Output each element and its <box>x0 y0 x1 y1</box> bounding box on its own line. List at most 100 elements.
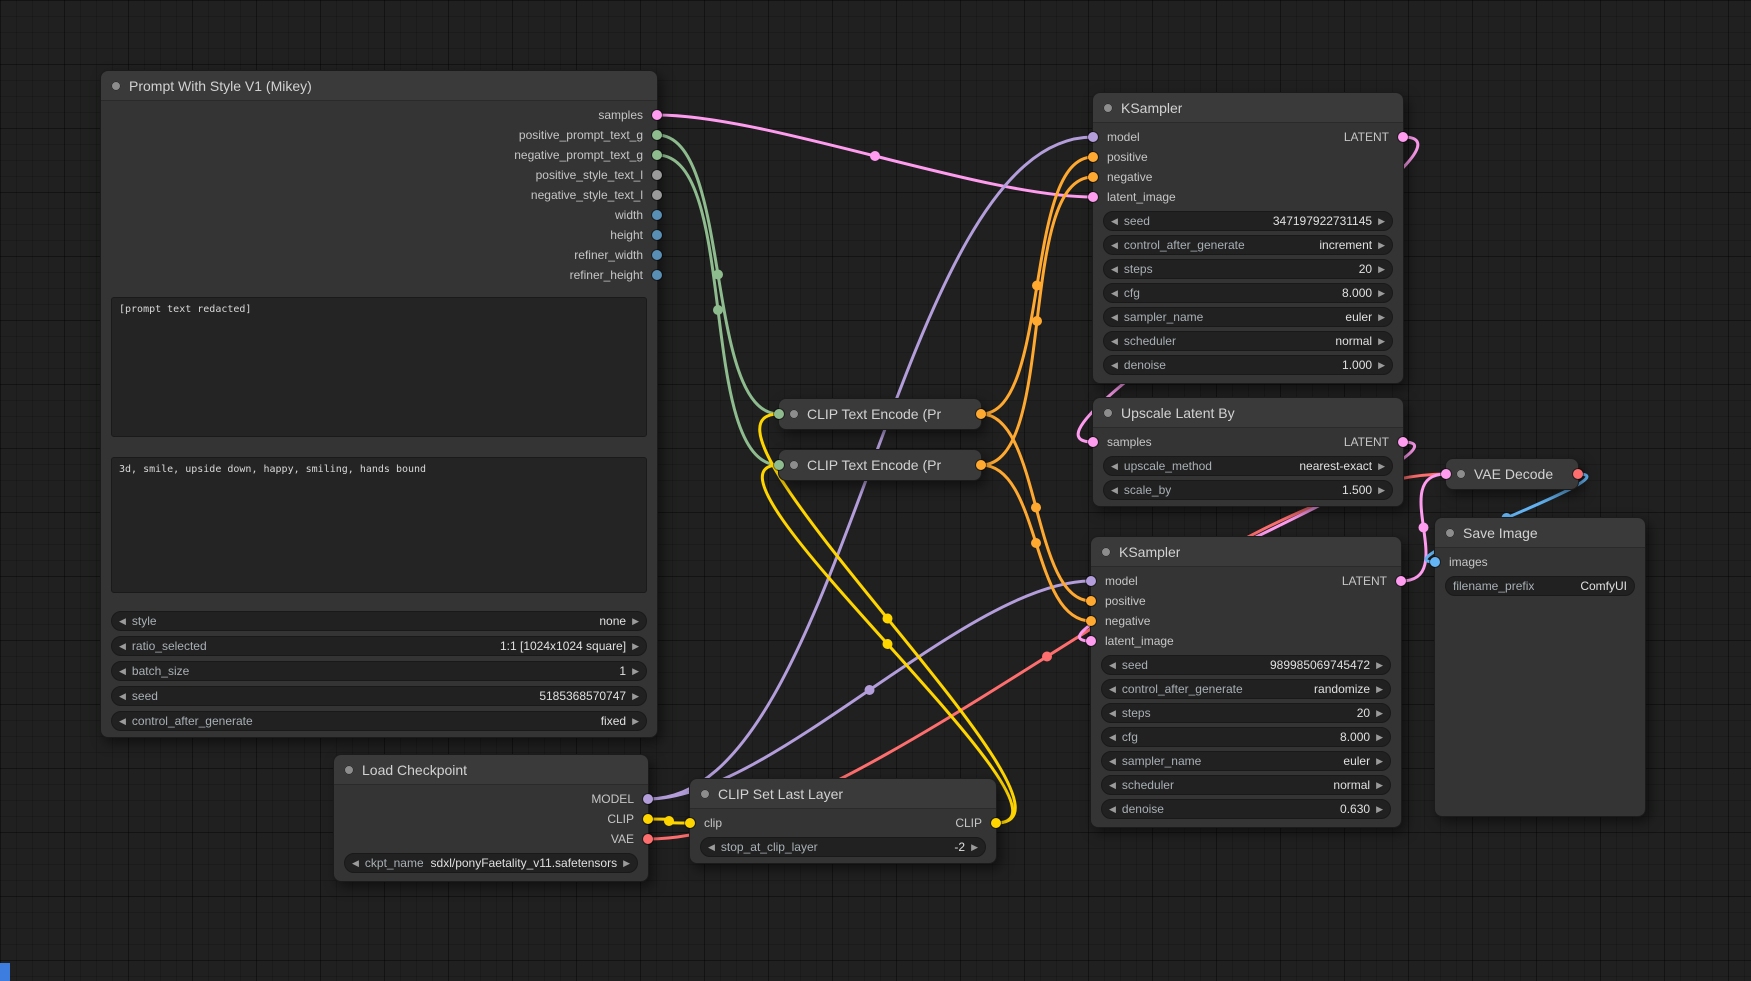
increment-arrow-icon[interactable]: ▶ <box>1376 685 1383 694</box>
collapsed-output-slot-dot[interactable] <box>976 460 986 470</box>
collapse-toggle-icon[interactable] <box>789 409 799 419</box>
increment-arrow-icon[interactable]: ▶ <box>1378 289 1385 298</box>
node-load-checkpoint[interactable]: Load Checkpoint MODEL CLIP VAE ◀ ckpt_na… <box>333 754 649 882</box>
increment-arrow-icon[interactable]: ▶ <box>1376 661 1383 670</box>
decrement-arrow-icon[interactable]: ◀ <box>1109 757 1116 766</box>
widget-upscale-method[interactable]: ◀ upscale_method nearest-exact ▶ <box>1103 456 1393 476</box>
widget-sampler-name[interactable]: ◀ sampler_name euler ▶ <box>1103 307 1393 327</box>
increment-arrow-icon[interactable]: ▶ <box>1376 733 1383 742</box>
increment-arrow-icon[interactable]: ▶ <box>1378 313 1385 322</box>
samples-slot-dot[interactable] <box>1088 437 1098 447</box>
refiner-width-slot-dot[interactable] <box>652 250 662 260</box>
decrement-arrow-icon[interactable]: ◀ <box>1111 265 1118 274</box>
widget-steps[interactable]: ◀ steps 20 ▶ <box>1103 259 1393 279</box>
collapse-toggle-icon[interactable] <box>789 460 799 470</box>
increment-arrow-icon[interactable]: ▶ <box>632 717 639 726</box>
node-clip-text-encode-2[interactable]: CLIP Text Encode (Pr <box>778 449 982 481</box>
widget-control-after-generate[interactable]: ◀ control_after_generate randomize ▶ <box>1101 679 1391 699</box>
increment-arrow-icon[interactable]: ▶ <box>1378 486 1385 495</box>
clip-output-slot-dot[interactable] <box>991 818 1001 828</box>
decrement-arrow-icon[interactable]: ◀ <box>1109 685 1116 694</box>
node-header[interactable]: KSampler <box>1091 537 1401 567</box>
node-save-image[interactable]: Save Image images filename_prefix ComfyU… <box>1434 517 1646 817</box>
model-output-slot-dot[interactable] <box>643 794 653 804</box>
widget-cfg[interactable]: ◀ cfg 8.000 ▶ <box>1101 727 1391 747</box>
decrement-arrow-icon[interactable]: ◀ <box>1111 361 1118 370</box>
node-prompt-with-style[interactable]: Prompt With Style V1 (Mikey) samples pos… <box>100 70 658 738</box>
widget-filename-prefix[interactable]: filename_prefix ComfyUI <box>1445 576 1635 596</box>
widget-seed[interactable]: ◀ seed 5185368570747 ▶ <box>111 686 647 706</box>
node-ksampler-2[interactable]: KSampler model LATENT positive negative … <box>1090 536 1402 828</box>
decrement-arrow-icon[interactable]: ◀ <box>708 843 715 852</box>
collapsed-input-slot-dot[interactable] <box>774 409 784 419</box>
decrement-arrow-icon[interactable]: ◀ <box>1109 709 1116 718</box>
widget-scheduler[interactable]: ◀ scheduler normal ▶ <box>1101 775 1391 795</box>
widget-ratio-selected[interactable]: ◀ ratio_selected 1:1 [1024x1024 square] … <box>111 636 647 656</box>
collapsed-input-slot-dot[interactable] <box>1441 469 1451 479</box>
collapse-toggle-icon[interactable] <box>700 789 710 799</box>
increment-arrow-icon[interactable]: ▶ <box>1378 361 1385 370</box>
decrement-arrow-icon[interactable]: ◀ <box>119 617 126 626</box>
negative-prompt-slot-dot[interactable] <box>652 150 662 160</box>
widget-scale-by[interactable]: ◀ scale_by 1.500 ▶ <box>1103 480 1393 500</box>
decrement-arrow-icon[interactable]: ◀ <box>1111 486 1118 495</box>
node-vae-decode[interactable]: VAE Decode <box>1445 458 1579 490</box>
latent-output-slot-dot[interactable] <box>1396 576 1406 586</box>
widget-denoise[interactable]: ◀ denoise 1.000 ▶ <box>1103 355 1393 375</box>
collapsed-output-slot-dot[interactable] <box>1573 469 1583 479</box>
decrement-arrow-icon[interactable]: ◀ <box>1111 217 1118 226</box>
latent-image-slot-dot[interactable] <box>1086 636 1096 646</box>
widget-control-after-generate[interactable]: ◀ control_after_generate increment ▶ <box>1103 235 1393 255</box>
decrement-arrow-icon[interactable]: ◀ <box>1111 313 1118 322</box>
positive-prompt-slot-dot[interactable] <box>652 130 662 140</box>
increment-arrow-icon[interactable]: ▶ <box>971 843 978 852</box>
node-upscale-latent-by[interactable]: Upscale Latent By samples LATENT ◀ upsca… <box>1092 397 1404 507</box>
decrement-arrow-icon[interactable]: ◀ <box>119 642 126 651</box>
decrement-arrow-icon[interactable]: ◀ <box>1109 781 1116 790</box>
increment-arrow-icon[interactable]: ▶ <box>1376 757 1383 766</box>
increment-arrow-icon[interactable]: ▶ <box>623 859 630 868</box>
collapsed-input-slot-dot[interactable] <box>774 460 784 470</box>
widget-denoise[interactable]: ◀ denoise 0.630 ▶ <box>1101 799 1391 819</box>
widget-ckpt-name[interactable]: ◀ ckpt_name sdxl/ponyFaetality_v11.safet… <box>344 853 638 873</box>
increment-arrow-icon[interactable]: ▶ <box>1378 217 1385 226</box>
widget-cfg[interactable]: ◀ cfg 8.000 ▶ <box>1103 283 1393 303</box>
decrement-arrow-icon[interactable]: ◀ <box>352 859 359 868</box>
samples-slot-dot[interactable] <box>652 110 662 120</box>
collapse-toggle-icon[interactable] <box>344 765 354 775</box>
collapse-toggle-icon[interactable] <box>1101 547 1111 557</box>
increment-arrow-icon[interactable]: ▶ <box>632 667 639 676</box>
increment-arrow-icon[interactable]: ▶ <box>632 642 639 651</box>
positive-style-slot-dot[interactable] <box>652 170 662 180</box>
widget-style[interactable]: ◀ style none ▶ <box>111 611 647 631</box>
widget-control-after-generate[interactable]: ◀ control_after_generate fixed ▶ <box>111 711 647 731</box>
collapse-toggle-icon[interactable] <box>1103 103 1113 113</box>
widget-sampler-name[interactable]: ◀ sampler_name euler ▶ <box>1101 751 1391 771</box>
latent-output-slot-dot[interactable] <box>1398 437 1408 447</box>
collapse-toggle-icon[interactable] <box>1456 469 1466 479</box>
collapse-toggle-icon[interactable] <box>1445 528 1455 538</box>
collapse-toggle-icon[interactable] <box>1103 408 1113 418</box>
positive-slot-dot[interactable] <box>1088 152 1098 162</box>
node-header[interactable]: KSampler <box>1093 93 1403 123</box>
decrement-arrow-icon[interactable]: ◀ <box>119 667 126 676</box>
widget-stop-at-clip-layer[interactable]: ◀ stop_at_clip_layer -2 ▶ <box>700 837 986 857</box>
node-header[interactable]: CLIP Text Encode (Pr <box>779 399 981 429</box>
negative-style-slot-dot[interactable] <box>652 190 662 200</box>
node-header[interactable]: CLIP Text Encode (Pr <box>779 450 981 480</box>
decrement-arrow-icon[interactable]: ◀ <box>1109 733 1116 742</box>
positive-prompt-textarea[interactable]: [prompt text redacted] <box>111 297 647 437</box>
images-slot-dot[interactable] <box>1430 557 1440 567</box>
latent-image-slot-dot[interactable] <box>1088 192 1098 202</box>
increment-arrow-icon[interactable]: ▶ <box>632 617 639 626</box>
node-ksampler-1[interactable]: KSampler model LATENT positive negative … <box>1092 92 1404 384</box>
negative-slot-dot[interactable] <box>1086 616 1096 626</box>
widget-seed[interactable]: ◀ seed 347197922731145 ▶ <box>1103 211 1393 231</box>
clip-output-slot-dot[interactable] <box>643 814 653 824</box>
node-header[interactable]: Save Image <box>1435 518 1645 548</box>
increment-arrow-icon[interactable]: ▶ <box>1378 462 1385 471</box>
decrement-arrow-icon[interactable]: ◀ <box>1111 241 1118 250</box>
increment-arrow-icon[interactable]: ▶ <box>1378 241 1385 250</box>
increment-arrow-icon[interactable]: ▶ <box>1376 781 1383 790</box>
decrement-arrow-icon[interactable]: ◀ <box>1111 289 1118 298</box>
